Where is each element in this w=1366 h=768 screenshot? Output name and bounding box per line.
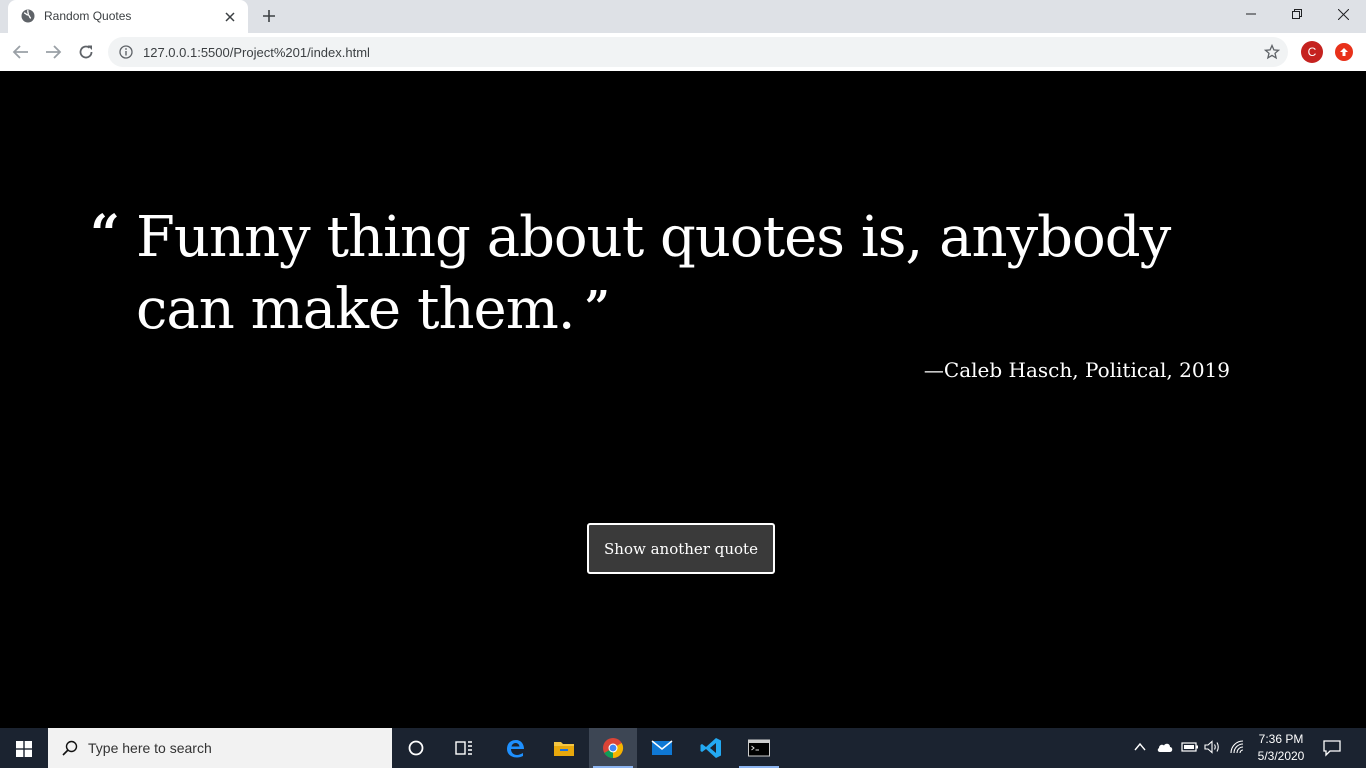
system-clock[interactable]: 7:36 PM 5/3/2020 xyxy=(1252,731,1310,765)
tab-close-icon[interactable] xyxy=(224,10,236,22)
extension-icon[interactable] xyxy=(1335,43,1353,61)
file-explorer-icon[interactable] xyxy=(540,728,588,768)
chrome-taskbar-icon[interactable] xyxy=(589,728,637,768)
quote-attribution: —Caleb Hasch, Political, 2019 xyxy=(923,358,1230,382)
battery-icon[interactable] xyxy=(1181,740,1199,759)
site-info-icon[interactable] xyxy=(119,45,133,59)
start-button[interactable] xyxy=(0,728,48,768)
terminal-icon[interactable] xyxy=(735,728,783,768)
edge-browser-icon[interactable] xyxy=(491,728,539,768)
tab-title: Random Quotes xyxy=(44,9,132,23)
windows-logo-icon xyxy=(16,741,32,757)
browser-toolbar: 127.0.0.1:5500/Project%201/index.html C xyxy=(0,33,1366,72)
new-tab-icon[interactable] xyxy=(262,9,276,23)
cortana-icon[interactable] xyxy=(392,728,440,768)
bookmark-star-icon[interactable] xyxy=(1263,43,1281,60)
vscode-icon[interactable] xyxy=(687,728,735,768)
search-placeholder: Type here to search xyxy=(88,740,212,756)
reload-icon[interactable] xyxy=(77,43,95,61)
search-icon xyxy=(62,740,78,756)
task-view-icon[interactable] xyxy=(440,728,488,768)
forward-arrow-icon[interactable] xyxy=(44,43,62,61)
taskbar-search-box[interactable]: Type here to search xyxy=(48,728,392,768)
page-content: “ Funny thing about quotes is, anybody c… xyxy=(0,71,1366,728)
taskbar: Type here to search 7:36 PM 5/3/2020 xyxy=(0,728,1366,768)
browser-tab[interactable]: Random Quotes xyxy=(8,0,248,33)
notification-center-icon[interactable] xyxy=(1322,739,1342,762)
volume-icon[interactable] xyxy=(1204,740,1222,759)
url-text[interactable]: 127.0.0.1:5500/Project%201/index.html xyxy=(143,45,370,60)
close-window-button[interactable] xyxy=(1320,0,1366,30)
wifi-icon[interactable] xyxy=(1230,740,1246,759)
profile-avatar[interactable]: C xyxy=(1301,41,1323,63)
onedrive-cloud-icon[interactable] xyxy=(1156,740,1174,759)
address-bar[interactable]: 127.0.0.1:5500/Project%201/index.html xyxy=(108,37,1288,67)
tab-strip: Random Quotes xyxy=(0,0,1366,33)
quote-text: Funny thing about quotes is, anybody can… xyxy=(136,203,1226,345)
open-quote-mark: “ xyxy=(90,204,120,265)
close-quote-mark: ” xyxy=(584,282,610,333)
clock-time: 7:36 PM xyxy=(1258,732,1304,746)
globe-icon xyxy=(21,9,35,23)
back-arrow-icon[interactable] xyxy=(12,43,30,61)
minimize-button[interactable] xyxy=(1228,0,1274,30)
show-another-quote-button[interactable]: Show another quote xyxy=(587,523,775,574)
show-hidden-icons-chevron-icon[interactable] xyxy=(1134,740,1146,759)
mail-icon[interactable] xyxy=(638,728,686,768)
restore-button[interactable] xyxy=(1274,0,1320,30)
clock-date: 5/3/2020 xyxy=(1257,749,1305,763)
quote-body: Funny thing about quotes is, anybody can… xyxy=(136,205,1171,342)
